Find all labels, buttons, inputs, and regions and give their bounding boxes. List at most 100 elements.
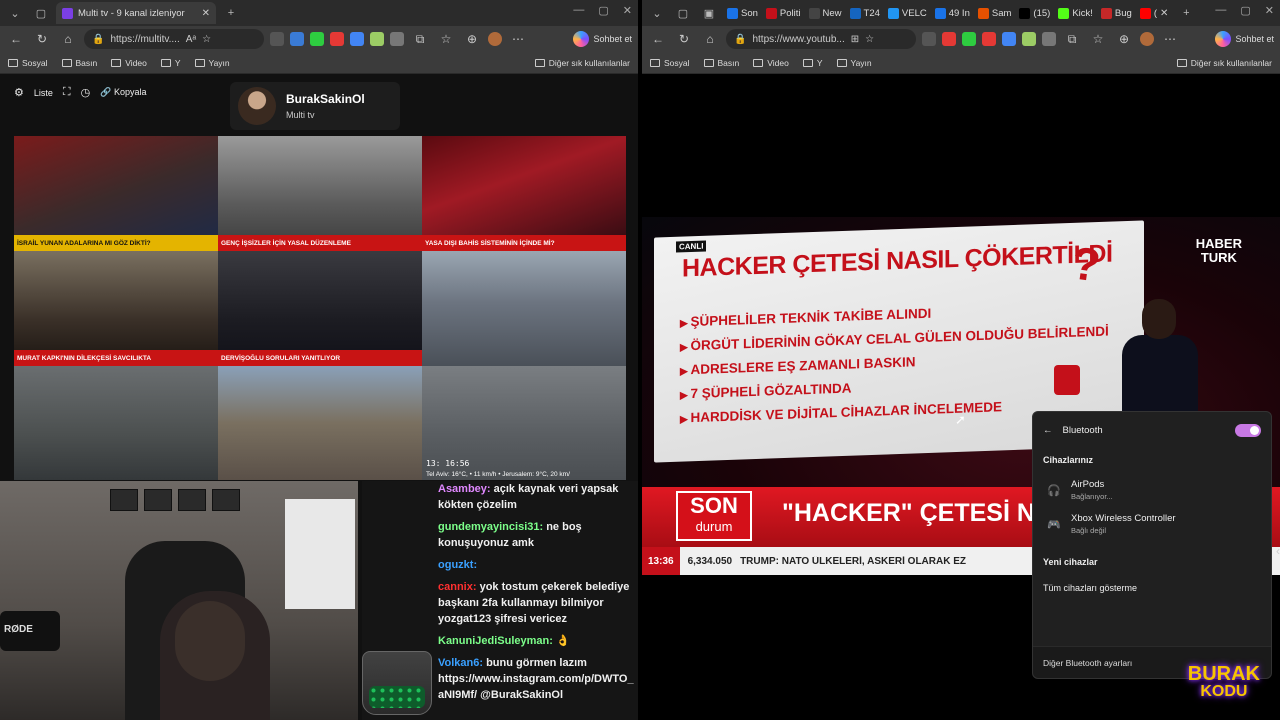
tv-channel-cell[interactable]: İSRAİL YUNAN ADALARINA MI GÖZ DİKTİ?	[14, 136, 218, 251]
extension-icon[interactable]	[962, 32, 976, 46]
tv-channel-cell[interactable]	[422, 251, 626, 366]
device-airpods[interactable]: 🎧 AirPods Bağlanıyor...	[1033, 473, 1271, 507]
browser-tab[interactable]: T24	[847, 2, 883, 24]
browser-tab[interactable]: (15)	[1016, 2, 1053, 24]
extension-icon[interactable]	[310, 32, 324, 46]
new-tab-icon[interactable]: +	[1175, 3, 1197, 23]
extension-icon[interactable]	[1022, 32, 1036, 46]
refresh-icon[interactable]: ↻	[32, 29, 52, 49]
browser-tab[interactable]: New	[806, 2, 845, 24]
tv-channel-cell[interactable]	[14, 366, 218, 480]
bookmark-folder[interactable]: Video	[111, 58, 147, 68]
profile-avatar[interactable]	[488, 32, 502, 46]
workspaces-icon[interactable]: ▢	[672, 3, 694, 23]
extension-icon[interactable]	[330, 32, 344, 46]
close-window-icon[interactable]: ✕	[1265, 4, 1274, 17]
bookmark-folder[interactable]: Sosyal	[8, 58, 48, 68]
browser-tab[interactable]: 49 In	[932, 2, 973, 24]
copy-button[interactable]: 🔗 Kopyala	[100, 87, 146, 98]
tv-channel-cell[interactable]: GENÇ İŞSİZLER İÇİN YASAL DÜZENLEME	[218, 136, 422, 251]
bookmark-folder[interactable]: Video	[753, 58, 789, 68]
extension-icon[interactable]	[942, 32, 956, 46]
chat-username[interactable]: cannix:	[438, 581, 477, 593]
favorite-star-icon[interactable]: ☆	[202, 34, 211, 45]
tab-actions-icon[interactable]: ⌄	[4, 3, 26, 23]
close-window-icon[interactable]: ✕	[623, 4, 632, 17]
tv-channel-cell[interactable]: YASA DIŞI BAHİS SİSTEMİNİN İÇİNDE Mİ?	[422, 136, 626, 251]
extension-icon[interactable]	[1042, 32, 1056, 46]
extension-icon[interactable]	[350, 32, 364, 46]
split-screen-icon[interactable]: ⧉	[410, 29, 430, 49]
bookmark-folder[interactable]: Yayın	[194, 58, 230, 68]
browser-tab[interactable]: Sam	[975, 2, 1015, 24]
split-screen-icon[interactable]: ⧉	[1062, 29, 1082, 49]
favorites-icon[interactable]: ☆	[436, 29, 456, 49]
browser-tab[interactable]: Bug	[1098, 2, 1135, 24]
favorites-icon[interactable]: ☆	[1088, 29, 1108, 49]
collections-icon[interactable]: ⊕	[1114, 29, 1134, 49]
close-tab-icon[interactable]: ✕	[202, 8, 210, 19]
back-arrow-icon[interactable]: ←	[1043, 425, 1053, 436]
home-icon[interactable]: ⌂	[58, 29, 78, 49]
new-tab-icon[interactable]: +	[220, 3, 242, 23]
tab-multitv[interactable]: Multi tv - 9 kanal izleniyor ✕	[56, 2, 216, 24]
browser-tab[interactable]: Politi	[763, 2, 804, 24]
more-menu-icon[interactable]: ⋯	[508, 29, 528, 49]
chat-username[interactable]: KanuniJediSuleyman:	[438, 635, 553, 647]
tv-channel-cell[interactable]: 13: 16:56 Tel Aviv: 16°C, • 11 km/h • Jer…	[422, 366, 626, 480]
chat-username[interactable]: oguzkt:	[438, 559, 477, 571]
chat-username[interactable]: gundemyayincisi31:	[438, 521, 543, 533]
browser-tab[interactable]: VELC	[885, 2, 930, 24]
show-all-devices[interactable]: Tüm cihazları gösterme	[1033, 575, 1271, 601]
tv-channel-cell[interactable]: MURAT KAPKI'NIN DİLEKÇESİ SAVCILIKTA	[14, 251, 218, 366]
copilot-button[interactable]: Sohbet et	[573, 31, 632, 47]
back-icon[interactable]: ←	[6, 29, 26, 49]
minimize-icon[interactable]: —	[1215, 4, 1226, 17]
maximize-icon[interactable]: ▢	[1240, 4, 1250, 17]
tv-channel-cell[interactable]	[218, 366, 422, 480]
collections-icon[interactable]: ⊕	[462, 29, 482, 49]
browser-tab[interactable]: Son	[724, 2, 761, 24]
list-button[interactable]: Liste	[34, 88, 53, 98]
fullscreen-icon[interactable]: ⛶	[63, 86, 71, 99]
other-favorites[interactable]: Diğer sık kullanılanlar	[1176, 58, 1272, 68]
extension-icon[interactable]	[370, 32, 384, 46]
timer-icon[interactable]: ◷	[81, 86, 91, 99]
chat-username[interactable]: Volkan6:	[438, 657, 483, 669]
favorite-star-icon[interactable]: ☆	[865, 34, 874, 45]
copilot-button[interactable]: Sohbet et	[1215, 31, 1274, 47]
workspaces-icon[interactable]: ▢	[30, 3, 52, 23]
bookmark-folder[interactable]: Sosyal	[650, 58, 690, 68]
youtube-player[interactable]: CANLI HACKER ÇETESİ NASIL ÇÖKERTİLDİ ? Ş…	[642, 74, 1280, 720]
home-icon[interactable]: ⌂	[700, 29, 720, 49]
chevron-left-icon[interactable]: ‹	[1276, 544, 1280, 558]
browser-tab[interactable]: Kick!	[1055, 2, 1096, 24]
profile-avatar[interactable]	[1140, 32, 1154, 46]
channel-card[interactable]: BurakSakinOl Multi tv	[230, 82, 400, 130]
bookmark-folder[interactable]: Basın	[61, 58, 97, 68]
reader-icon[interactable]: Aᵃ	[186, 34, 196, 45]
extension-icon[interactable]	[982, 32, 996, 46]
bookmark-folder[interactable]: Yayın	[836, 58, 872, 68]
more-menu-icon[interactable]: ⋯	[1160, 29, 1180, 49]
back-icon[interactable]: ←	[648, 29, 668, 49]
install-app-icon[interactable]: ⊞	[851, 34, 859, 45]
extension-icon[interactable]	[922, 32, 936, 46]
close-tab-icon[interactable]: ✕	[1160, 8, 1168, 19]
minimize-icon[interactable]: —	[573, 4, 584, 17]
maximize-icon[interactable]: ▢	[598, 4, 608, 17]
chat-username[interactable]: Asambey:	[438, 483, 491, 495]
extension-icon[interactable]	[270, 32, 284, 46]
address-bar[interactable]: 🔒 https://www.youtub... ⊞ ☆	[726, 29, 916, 49]
address-bar[interactable]: 🔒 https://multitv.... Aᵃ ☆	[84, 29, 264, 49]
tab-actions-icon[interactable]: ⌄	[646, 3, 668, 23]
gear-icon[interactable]: ⚙	[14, 86, 24, 99]
tab-list-icon[interactable]: ▣	[698, 3, 720, 23]
extension-icon[interactable]	[390, 32, 404, 46]
bookmark-folder[interactable]: Y	[160, 58, 181, 68]
bluetooth-toggle[interactable]	[1235, 424, 1261, 437]
extension-icon[interactable]	[1002, 32, 1016, 46]
refresh-icon[interactable]: ↻	[674, 29, 694, 49]
device-xbox-controller[interactable]: 🎮 Xbox Wireless Controller Bağlı değil	[1033, 507, 1271, 541]
bookmark-folder[interactable]: Basın	[703, 58, 739, 68]
